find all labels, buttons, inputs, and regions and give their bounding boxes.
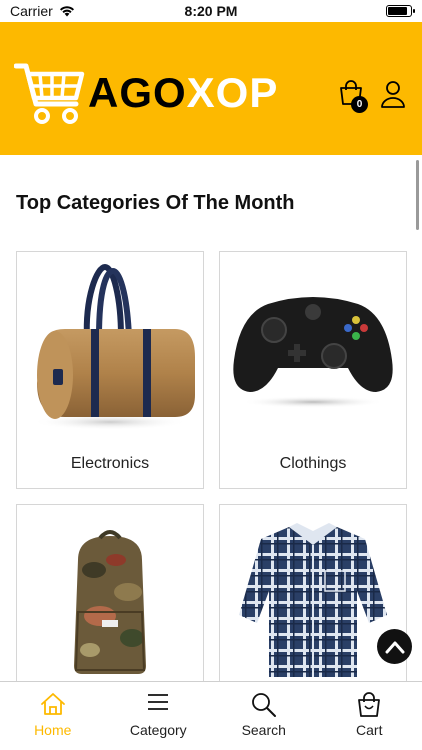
status-bar: Carrier 8:20 PM xyxy=(0,0,422,22)
category-image xyxy=(17,505,203,693)
category-label: Electronics xyxy=(70,455,150,472)
chevron-up-icon xyxy=(385,641,404,653)
menu-icon xyxy=(148,694,169,710)
category-image xyxy=(17,252,203,442)
category-card-electronics[interactable]: Electronics xyxy=(16,251,204,489)
app-header: AGOXOP 0 xyxy=(0,22,422,155)
category-label: Clothings xyxy=(279,455,347,472)
nav-search[interactable]: Search xyxy=(211,682,317,750)
scroll-to-top-button[interactable] xyxy=(377,629,412,664)
backpack-image xyxy=(74,530,146,674)
search-icon xyxy=(251,693,276,717)
nav-home-label: Home xyxy=(34,722,72,738)
bottom-navigation: Home Category Search Cart xyxy=(0,681,422,750)
battery-icon xyxy=(386,5,415,17)
logo-text-part-1: AGO xyxy=(88,69,187,116)
logo-text-part-2: XOP xyxy=(186,69,279,116)
duffel-bag-image xyxy=(32,263,195,430)
scroll-indicator[interactable] xyxy=(416,160,419,230)
nav-category[interactable]: Category xyxy=(106,682,212,750)
status-time: 8:20 PM xyxy=(184,3,238,19)
section-title: Top Categories Of The Month xyxy=(16,192,295,214)
bag-icon xyxy=(358,692,381,717)
home-icon xyxy=(40,693,65,715)
user-icon xyxy=(381,81,405,108)
cart-count-badge: 0 xyxy=(351,96,368,113)
category-image xyxy=(220,505,406,693)
game-controller-image xyxy=(233,297,393,408)
nav-category-label: Category xyxy=(129,722,187,738)
category-card-shirts[interactable] xyxy=(219,504,407,694)
account-button[interactable] xyxy=(380,80,406,113)
category-card-clothings[interactable]: Clothings xyxy=(219,251,407,489)
logo-text: AGOXOP xyxy=(88,72,278,114)
category-image xyxy=(220,252,406,442)
battery-fill xyxy=(388,7,407,15)
category-card-backpacks[interactable] xyxy=(16,504,204,694)
nav-cart[interactable]: Cart xyxy=(317,682,422,750)
header-cart-button[interactable]: 0 xyxy=(338,80,368,113)
nav-search-label: Search xyxy=(241,722,286,738)
app-logo[interactable]: AGOXOP xyxy=(14,60,278,126)
nav-home[interactable]: Home xyxy=(0,682,106,750)
shopping-cart-logo-icon xyxy=(14,63,85,124)
nav-cart-label: Cart xyxy=(356,722,383,738)
plaid-shirt-image xyxy=(239,523,387,677)
